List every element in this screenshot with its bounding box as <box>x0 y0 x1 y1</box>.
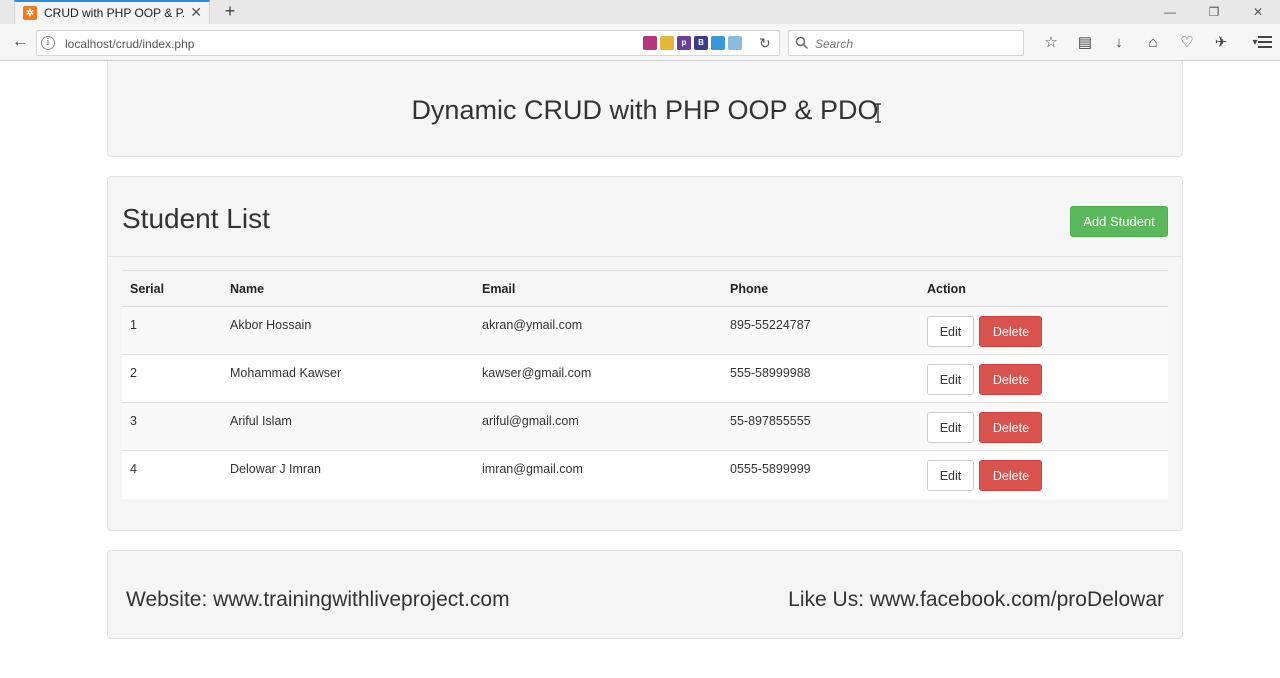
student-list-panel: Student List Add Student Serial Name Ema… <box>107 176 1183 531</box>
back-arrow-icon[interactable]: ← <box>8 31 32 53</box>
name-cell: Mohammad Kawser <box>222 354 474 403</box>
footer-website: Website: www.trainingwithliveproject.com <box>126 588 510 611</box>
email-cell: ariful@gmail.com <box>474 402 722 451</box>
search-icon <box>795 36 809 50</box>
minimize-icon[interactable]: — <box>1148 0 1192 24</box>
panel-heading: Student List Add Student <box>108 177 1182 257</box>
action-cell: Edit Delete <box>919 354 1168 403</box>
pocket-icon[interactable]: ♡ <box>1170 31 1204 53</box>
lock-extension-icon[interactable] <box>660 36 674 50</box>
search-placeholder: Search <box>815 37 854 51</box>
text-cursor-icon <box>875 103 881 123</box>
reload-icon[interactable]: ↻ <box>759 35 771 52</box>
email-cell: kawser@gmail.com <box>474 354 722 403</box>
close-window-icon[interactable]: ✕ <box>1236 0 1280 24</box>
action-cell: Edit Delete <box>919 450 1168 499</box>
serial-cell: 1 <box>122 306 222 355</box>
feather-extension-icon[interactable] <box>643 36 657 50</box>
tab-title: CRUD with PHP OOP & P... <box>44 6 184 20</box>
browser-nav-bar: ← i localhost/crud/index.php p B ↻ Searc… <box>0 24 1280 61</box>
phone-cell: 895-55224787 <box>722 306 919 355</box>
browser-tab-bar: ✲ CRUD with PHP OOP & P... ✕ + — ❐ ✕ <box>0 0 1280 24</box>
search-bar[interactable]: Search <box>788 30 1024 56</box>
table-header-row: Serial Name Email Phone Action <box>122 270 1168 307</box>
browser-tab[interactable]: ✲ CRUD with PHP OOP & P... ✕ <box>14 0 210 24</box>
wave-extension-icon[interactable] <box>728 36 742 50</box>
phone-cell: 55-897855555 <box>722 402 919 451</box>
delete-button[interactable]: Delete <box>979 364 1043 395</box>
column-header: Phone <box>722 270 919 307</box>
hamburger-menu-icon[interactable] <box>1254 31 1276 53</box>
table-row: 1 Akbor Hossain akran@ymail.com 895-5522… <box>122 306 1168 355</box>
serial-cell: 3 <box>122 402 222 451</box>
serial-cell: 2 <box>122 354 222 403</box>
xampp-favicon-icon: ✲ <box>23 6 37 20</box>
name-cell: Delowar J Imran <box>222 450 474 499</box>
php-extension-icon[interactable]: p <box>677 36 691 50</box>
table-row: 4 Delowar J Imran imran@gmail.com 0555-5… <box>122 450 1168 499</box>
home-icon[interactable]: ⌂ <box>1136 31 1170 53</box>
phone-cell: 0555-5899999 <box>722 450 919 499</box>
browser-toolbar: ☆ ▤ ↓ ⌂ ♡ ✈ ▾ <box>1034 31 1272 53</box>
footer-well: Website: www.trainingwithliveproject.com… <box>107 550 1183 639</box>
address-bar[interactable]: i localhost/crud/index.php p B ↻ <box>36 30 780 56</box>
column-header: Action <box>919 270 1168 307</box>
edit-button[interactable]: Edit <box>927 316 974 347</box>
action-cell: Edit Delete <box>919 402 1168 451</box>
column-header: Name <box>222 270 474 307</box>
windows-extension-icon[interactable] <box>711 36 725 50</box>
edit-button[interactable]: Edit <box>927 460 974 491</box>
download-icon[interactable]: ↓ <box>1102 31 1136 53</box>
name-cell: Akbor Hossain <box>222 306 474 355</box>
email-cell: imran@gmail.com <box>474 450 722 499</box>
new-tab-icon[interactable]: + <box>221 0 239 22</box>
panel-title: Student List <box>122 203 270 234</box>
close-tab-icon[interactable]: ✕ <box>190 4 202 21</box>
email-cell: akran@ymail.com <box>474 306 722 355</box>
url-text[interactable]: localhost/crud/index.php <box>65 37 194 51</box>
page-title: Dynamic CRUD with PHP OOP & PDO <box>411 95 879 125</box>
column-header: Serial <box>122 270 222 307</box>
action-cell: Edit Delete <box>919 306 1168 355</box>
delete-button[interactable]: Delete <box>979 316 1043 347</box>
header-well: Dynamic CRUD with PHP OOP & PDO <box>107 61 1183 157</box>
footer-facebook: Like Us: www.facebook.com/proDelowar <box>788 588 1164 611</box>
serial-cell: 4 <box>122 450 222 499</box>
name-cell: Ariful Islam <box>222 402 474 451</box>
table-row: 3 Ariful Islam ariful@gmail.com 55-89785… <box>122 402 1168 451</box>
window-controls: — ❐ ✕ <box>1148 0 1280 24</box>
extension-icons: p B <box>643 36 742 50</box>
page-content: Dynamic CRUD with PHP OOP & PDO Student … <box>0 61 1280 678</box>
bookmark-star-icon[interactable]: ☆ <box>1034 31 1068 53</box>
delete-button[interactable]: Delete <box>979 412 1043 443</box>
add-student-button[interactable]: Add Student <box>1070 206 1168 237</box>
info-icon[interactable]: i <box>41 36 55 50</box>
bootstrap-extension-icon[interactable]: B <box>694 36 708 50</box>
edit-button[interactable]: Edit <box>927 412 974 443</box>
phone-cell: 555-58999988 <box>722 354 919 403</box>
delete-button[interactable]: Delete <box>979 460 1043 491</box>
table-row: 2 Mohammad Kawser kawser@gmail.com 555-5… <box>122 354 1168 403</box>
column-header: Email <box>474 270 722 307</box>
restore-icon[interactable]: ❐ <box>1192 0 1236 24</box>
edit-button[interactable]: Edit <box>927 364 974 395</box>
student-table: Serial Name Email Phone Action 1 Akbor H… <box>122 270 1168 499</box>
reading-list-icon[interactable]: ▤ <box>1068 31 1102 53</box>
extension-icon[interactable]: ✈ <box>1204 31 1238 53</box>
